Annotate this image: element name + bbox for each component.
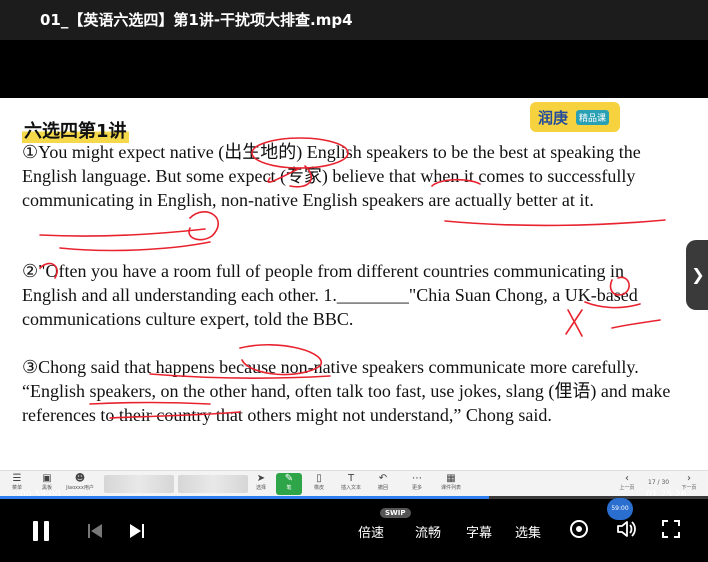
toolbar-undo[interactable]: ↶ 撤回 bbox=[370, 473, 396, 495]
undo-icon: ↶ bbox=[378, 473, 388, 484]
eraser-icon: ▯ bbox=[316, 473, 322, 484]
avatar-icon: ☻ bbox=[74, 473, 86, 484]
toolbar-user[interactable]: ☻ Jiaoxxx用户 bbox=[62, 473, 98, 495]
classroom-toolbar: ☰ 菜单 ▣ 黑板 ☻ Jiaoxxx用户 ➤ 选择 ✎ 笔 ▯ 橡皮 T 插入文本 ↶ 撤回 … bbox=[0, 470, 708, 497]
volume-button[interactable] bbox=[615, 518, 637, 542]
player-controls: SWIP 倍速 流畅 字幕 选集 bbox=[0, 504, 708, 562]
brand-name: 润庚 bbox=[538, 109, 569, 127]
toolbar-eraser[interactable]: ▯ 橡皮 bbox=[306, 473, 332, 495]
ink-circle-it bbox=[188, 211, 220, 241]
quality-button[interactable]: 流畅 bbox=[415, 522, 441, 541]
target-icon bbox=[570, 520, 588, 538]
paragraph-2: ②"Often you have a room full of people f… bbox=[22, 261, 638, 329]
next-slide-arrow[interactable]: ❯ bbox=[686, 240, 708, 310]
title-bar: 01_【英语六选四】第1讲-干扰项大排查.mp4 bbox=[0, 0, 708, 40]
previous-button[interactable] bbox=[84, 518, 106, 544]
video-title: 01_【英语六选四】第1讲-干扰项大排查.mp4 bbox=[40, 11, 353, 29]
toolbar-select[interactable]: ➤ 选择 bbox=[248, 473, 274, 495]
progress-bar[interactable] bbox=[0, 496, 708, 499]
pen-icon: ✎ bbox=[284, 473, 294, 484]
page-indicator: 17 / 30 bbox=[648, 479, 670, 486]
chevron-right-icon: ❯ bbox=[691, 265, 705, 284]
fullscreen-icon bbox=[662, 520, 680, 538]
pause-icon bbox=[33, 521, 49, 541]
volume-icon bbox=[617, 521, 636, 537]
paragraph-3: ③Chong said that happens because non-nat… bbox=[22, 357, 671, 425]
brand-badge: 润庚 精品课 bbox=[530, 102, 620, 132]
lecture-slide: 六选四第1讲 润庚 精品课 ①You might expect native (… bbox=[0, 98, 708, 480]
ink-underline-2 bbox=[59, 241, 211, 252]
toolbar-pen[interactable]: ✎ 笔 bbox=[276, 473, 302, 495]
board-icon: ▣ bbox=[42, 473, 52, 484]
prev-page-button[interactable]: ‹ 上一页 bbox=[614, 473, 640, 495]
brand-tag: 精品课 bbox=[576, 110, 610, 125]
episodes-button[interactable]: 选集 bbox=[515, 522, 541, 541]
chevron-left-icon: ‹ bbox=[625, 473, 629, 484]
toolbar-course[interactable]: ▦ 课件列表 bbox=[436, 473, 466, 495]
skip-previous-icon bbox=[88, 524, 102, 538]
progress-fill bbox=[0, 496, 489, 499]
more-icon: ⋯ bbox=[412, 473, 422, 484]
text-icon: T bbox=[347, 473, 355, 484]
blurred-region bbox=[104, 475, 174, 493]
next-button[interactable] bbox=[126, 518, 148, 544]
subtitle-button[interactable]: 字幕 bbox=[466, 522, 492, 541]
skip-next-icon bbox=[130, 524, 144, 538]
list-icon: ☰ bbox=[12, 473, 22, 484]
toolbar-more[interactable]: ⋯ 更多 bbox=[404, 473, 430, 495]
blurred-region bbox=[178, 475, 248, 493]
swip-badge: SWIP bbox=[380, 508, 411, 518]
cursor-icon: ➤ bbox=[256, 473, 266, 484]
toolbar-text[interactable]: T 插入文本 bbox=[338, 473, 364, 495]
ink-underline-better bbox=[39, 228, 206, 237]
chevron-right-icon: › bbox=[687, 473, 691, 484]
ink-underline-nonnative bbox=[444, 219, 666, 227]
pause-button[interactable] bbox=[28, 516, 54, 546]
loop-button[interactable] bbox=[568, 518, 590, 542]
speed-button[interactable]: 倍速 bbox=[358, 522, 384, 541]
grid-icon: ▦ bbox=[446, 473, 456, 484]
paragraph-1: ①You might expect native (出生地的) English … bbox=[22, 142, 641, 210]
fullscreen-button[interactable] bbox=[660, 518, 682, 542]
